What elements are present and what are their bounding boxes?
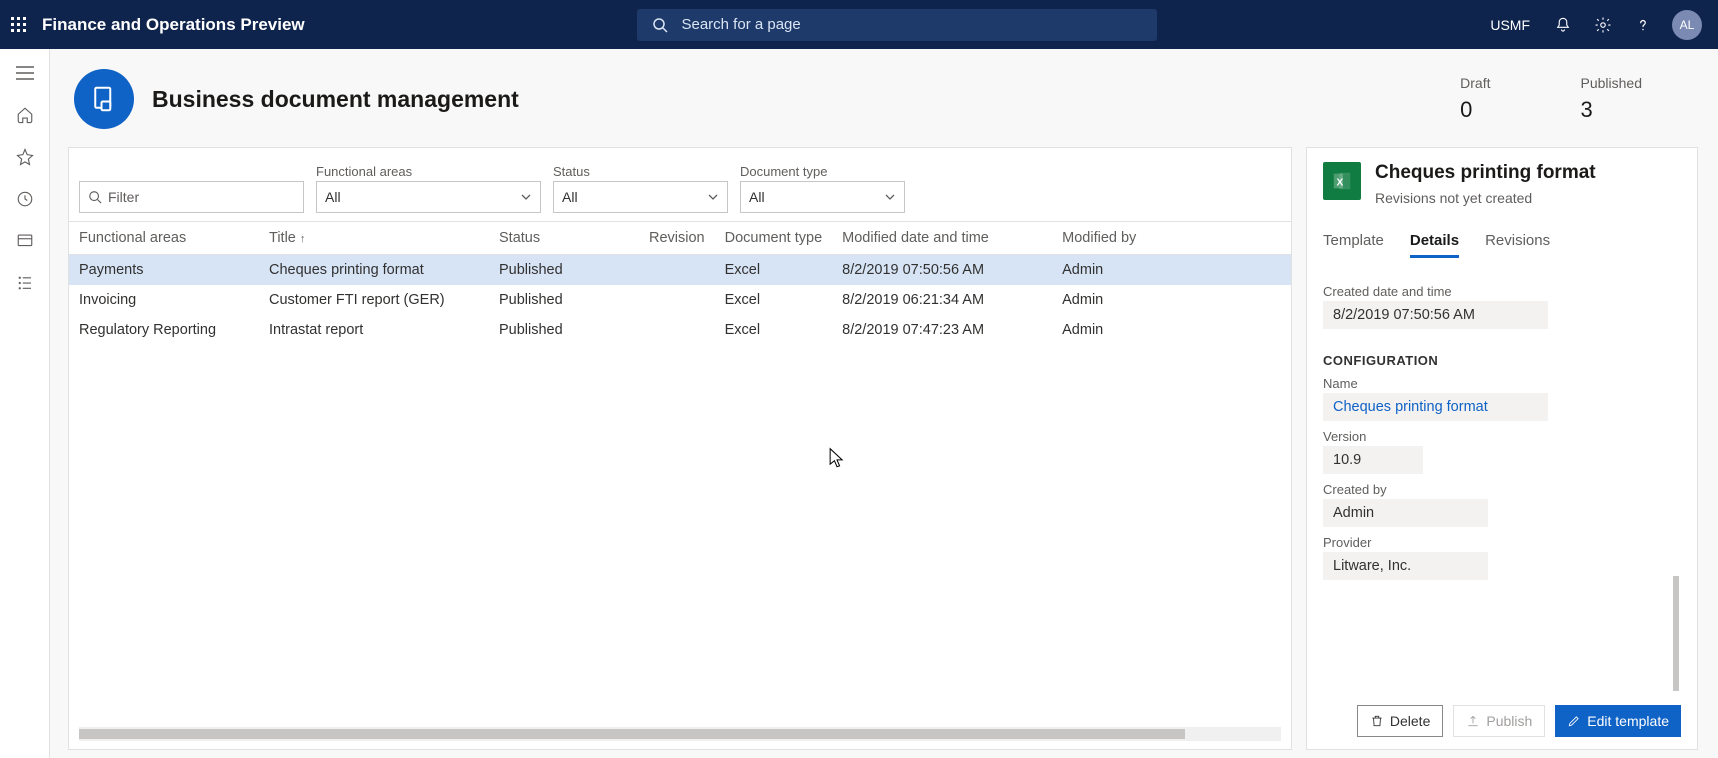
select-document-type[interactable]: All [740,181,905,213]
star-icon[interactable] [15,147,35,167]
stat-draft-value: 0 [1460,97,1490,123]
left-nav [0,49,50,758]
col-status[interactable]: Status [489,222,639,255]
search-wrap [305,9,1491,41]
stat-published: Published 3 [1581,75,1643,123]
chevron-down-icon [884,191,896,203]
detail-header: X Cheques printing format Revisions not … [1323,162,1681,214]
edit-template-button[interactable]: Edit template [1555,705,1681,737]
detail-title: Cheques printing format [1375,162,1596,184]
col-revision[interactable]: Revision [639,222,715,255]
home-icon[interactable] [15,105,35,125]
content: Business document management Draft 0 Pub… [50,49,1718,758]
col-doc-type[interactable]: Document type [715,222,833,255]
detail-actions: Delete Publish Edit template [1323,691,1681,737]
search-icon [649,14,671,36]
table-row[interactable]: PaymentsCheques printing formatPublished… [69,255,1291,286]
svg-text:X: X [1337,178,1344,189]
stat-published-label: Published [1581,75,1643,91]
page-header: Business document management Draft 0 Pub… [68,63,1698,147]
created-label: Created date and time [1323,284,1673,299]
page-icon [74,69,134,129]
app-title: Finance and Operations Preview [30,15,305,35]
filter-functional-areas: Functional areas All [316,164,541,213]
detail-tabs: Template Details Revisions [1323,232,1681,258]
chevron-down-icon [520,191,532,203]
body: Functional areas All Status All Document… [68,147,1698,750]
page-title: Business document management [152,86,519,113]
avatar[interactable]: AL [1672,10,1702,40]
sort-asc-icon: ↑ [296,233,306,245]
clock-icon[interactable] [15,189,35,209]
grid-card: Functional areas All Status All Document… [68,147,1292,750]
vertical-scrollbar[interactable] [1673,576,1679,691]
version-label: Version [1323,429,1673,444]
tab-details[interactable]: Details [1410,232,1459,258]
bell-icon[interactable] [1552,14,1574,36]
tab-revisions[interactable]: Revisions [1485,232,1550,258]
hamburger-icon[interactable] [15,63,35,83]
edit-icon [1567,714,1581,728]
filter-status: Status All [553,164,728,213]
detail-body: Created date and time 8/2/2019 07:50:56 … [1323,276,1681,691]
select-functional-areas[interactable]: All [316,181,541,213]
createdby-label: Created by [1323,482,1673,497]
scrollbar-thumb[interactable] [79,729,1185,739]
app-launcher-icon[interactable] [8,14,30,36]
config-header: CONFIGURATION [1323,353,1673,368]
col-modified-date[interactable]: Modified date and time [832,222,1052,255]
header-right: USMF AL [1490,10,1710,40]
modules-icon[interactable] [15,273,35,293]
filter-document-type: Document type All [740,164,905,213]
table-row[interactable]: InvoicingCustomer FTI report (GER)Publis… [69,285,1291,315]
excel-icon: X [1323,162,1361,200]
filter-bar: Functional areas All Status All Document… [69,148,1291,213]
stat-published-value: 3 [1581,97,1643,123]
provider-label: Provider [1323,535,1673,550]
tab-template[interactable]: Template [1323,232,1384,258]
filter-text[interactable] [108,189,295,205]
top-header: Finance and Operations Preview USMF AL [0,0,1718,49]
name-value[interactable]: Cheques printing format [1323,393,1548,421]
chevron-down-icon [707,191,719,203]
global-search-input[interactable] [681,16,1145,33]
select-status[interactable]: All [553,181,728,213]
delete-button[interactable]: Delete [1357,705,1443,737]
createdby-value: Admin [1323,499,1488,527]
publish-button: Publish [1453,705,1545,737]
created-value: 8/2/2019 07:50:56 AM [1323,301,1548,329]
detail-subtitle: Revisions not yet created [1375,190,1596,206]
stat-draft-label: Draft [1460,75,1490,91]
col-functional-areas[interactable]: Functional areas [69,222,259,255]
col-modified-by[interactable]: Modified by [1052,222,1291,255]
name-label: Name [1323,376,1673,391]
help-icon[interactable] [1632,14,1654,36]
col-title[interactable]: Title↑ [259,222,489,255]
stat-draft: Draft 0 [1460,75,1490,123]
trash-icon [1370,714,1384,728]
table-row[interactable]: Regulatory ReportingIntrastat reportPubl… [69,315,1291,345]
horizontal-scrollbar[interactable] [79,727,1281,741]
global-search[interactable] [637,9,1157,41]
detail-card: X Cheques printing format Revisions not … [1306,147,1698,750]
workspace-icon[interactable] [15,231,35,251]
documents-table: Functional areas Title↑ Status Revision … [69,221,1291,345]
company-code[interactable]: USMF [1490,17,1534,33]
gear-icon[interactable] [1592,14,1614,36]
publish-icon [1466,714,1480,728]
provider-value: Litware, Inc. [1323,552,1488,580]
filter-input[interactable] [79,181,304,213]
version-value: 10.9 [1323,446,1423,474]
page-stats: Draft 0 Published 3 [1460,75,1692,123]
table-wrap: Functional areas Title↑ Status Revision … [69,221,1291,727]
